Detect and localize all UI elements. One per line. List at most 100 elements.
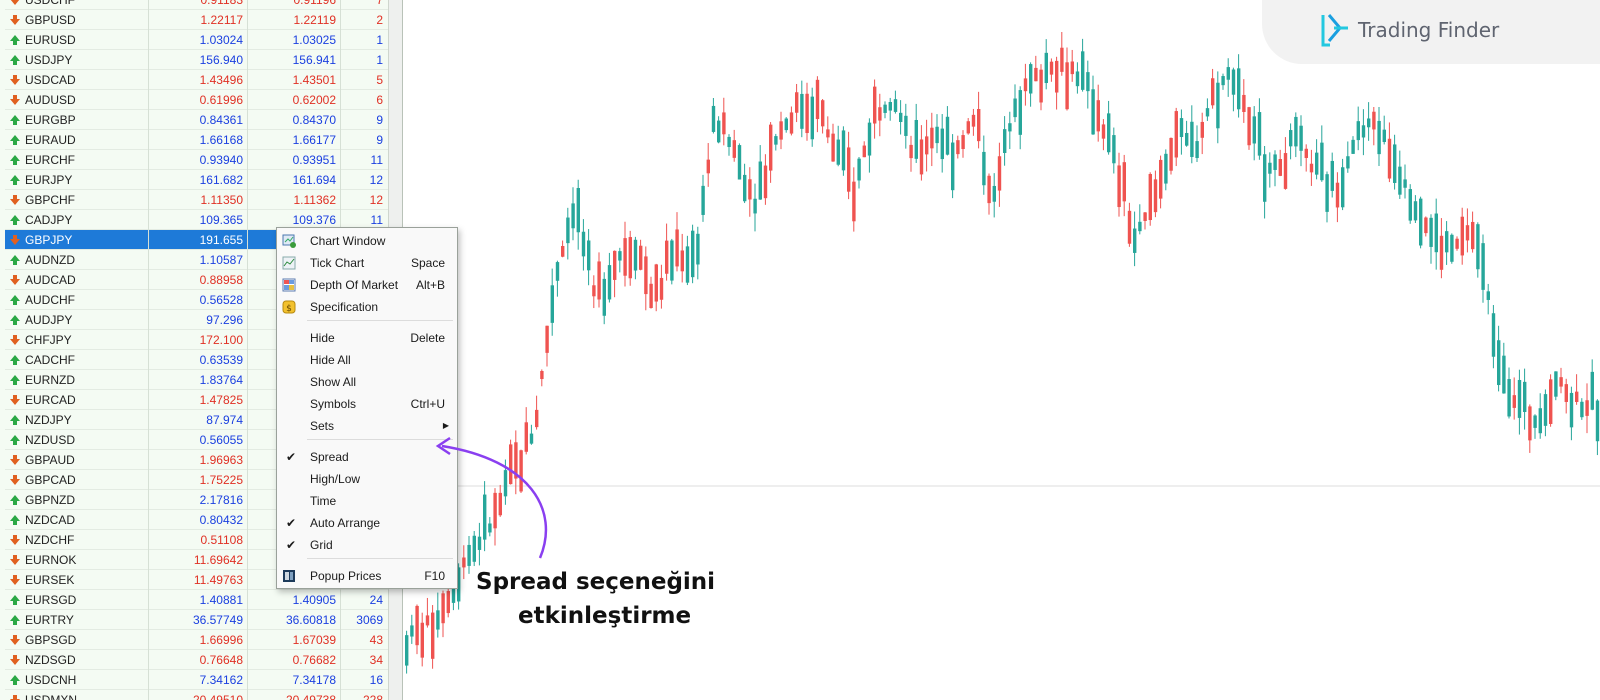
bearish-candle [654, 264, 658, 302]
bearish-candle [847, 147, 851, 192]
bullish-candle [784, 118, 788, 131]
symbol-name: EURGBP [25, 113, 76, 127]
bullish-candle [951, 142, 955, 191]
specification-icon: $ [282, 300, 296, 314]
arrow-down-icon [10, 235, 20, 245]
market-watch-row[interactable]: EURJPY 161.682 161.694 12 [5, 170, 388, 190]
bullish-candle [1294, 116, 1298, 147]
market-watch-row[interactable]: USDCNH 7.34162 7.34178 16 [5, 670, 388, 690]
symbol-name: USDCHF [25, 0, 75, 7]
market-watch-row[interactable]: NZDSGD 0.76648 0.76682 34 [5, 650, 388, 670]
bid-price: 11.49763 [193, 573, 243, 587]
bearish-candle [919, 139, 924, 175]
bearish-candle [815, 79, 820, 120]
bearish-candle [1549, 379, 1553, 424]
bid-price: 0.88958 [199, 273, 243, 287]
ask-price: 156.941 [292, 53, 336, 67]
market-watch-row[interactable]: USDCHF 0.91183 0.91196 7 [5, 0, 388, 10]
symbol-name: NZDSGD [25, 653, 76, 667]
market-watch-row[interactable]: EURGBP 0.84361 0.84370 9 [5, 110, 388, 130]
bearish-candle [1465, 225, 1470, 241]
bullish-candle [727, 136, 731, 148]
bearish-candle [1559, 377, 1563, 387]
arrow-up-icon [10, 295, 20, 305]
bid-price: 1.40881 [199, 593, 243, 607]
bullish-candle [1413, 201, 1418, 221]
bullish-candle [1179, 118, 1184, 138]
ask-price: 0.76682 [292, 653, 336, 667]
bearish-candle [680, 250, 684, 272]
bearish-candle [956, 140, 960, 155]
market-watch-row[interactable]: AUDUSD 0.61996 0.62002 6 [5, 90, 388, 110]
bid-price: 1.47825 [199, 393, 243, 407]
market-watch-row[interactable]: EURSGD 1.40881 1.40905 24 [5, 590, 388, 610]
symbol-name: CADJPY [25, 213, 73, 227]
menu-item-specification[interactable]: $ Specification [277, 296, 457, 318]
market-watch-row[interactable]: USDMXN 20.49510 20.49738 228 [5, 690, 388, 700]
market-watch-row[interactable]: EURCHF 0.93940 0.93951 11 [5, 150, 388, 170]
menu-item-hide[interactable]: Hide Delete [277, 327, 457, 349]
bearish-candle [909, 144, 913, 159]
symbol-name: GBPCAD [25, 473, 76, 487]
symbol-name: AUDNZD [25, 253, 75, 267]
symbol-name: EURNZD [25, 373, 75, 387]
bullish-candle [1533, 415, 1537, 428]
bullish-candle [1263, 154, 1267, 202]
arrow-up-icon [10, 375, 20, 385]
bullish-candle [436, 610, 440, 630]
menu-item-hide-all[interactable]: Hide All [277, 349, 457, 371]
ask-price: 1.66177 [292, 133, 336, 147]
ask-price: 7.34178 [292, 673, 336, 687]
market-watch-row[interactable]: GBPSGD 1.66996 1.67039 43 [5, 630, 388, 650]
bullish-candle [982, 151, 986, 186]
bullish-candle [810, 96, 814, 140]
bearish-candle [540, 370, 544, 380]
market-watch-row[interactable]: USDJPY 156.940 156.941 1 [5, 50, 388, 70]
bearish-candle [779, 121, 783, 140]
symbol-name: USDJPY [25, 53, 73, 67]
bullish-candle [1164, 153, 1168, 184]
bullish-candle [1346, 156, 1350, 169]
menu-item-symbols[interactable]: Symbols Ctrl+U [277, 393, 457, 415]
bearish-candle [1039, 69, 1043, 103]
bearish-candle [644, 256, 648, 295]
market-watch-row[interactable]: USDCAD 1.43496 1.43501 5 [5, 70, 388, 90]
market-watch-row[interactable]: EURTRY 36.57749 36.60818 3069 [5, 610, 388, 630]
arrow-down-icon [10, 0, 20, 5]
bullish-candle [1502, 355, 1506, 394]
menu-item-tick-chart[interactable]: Tick Chart Space [277, 252, 457, 274]
market-watch-row[interactable]: GBPUSD 1.22117 1.22119 2 [5, 10, 388, 30]
market-watch-row[interactable]: EURUSD 1.03024 1.03025 1 [5, 30, 388, 50]
bearish-candle [966, 121, 970, 134]
symbol-name: GBPAUD [25, 453, 75, 467]
arrow-up-icon [10, 615, 20, 625]
bullish-candle [1507, 379, 1511, 417]
spread-value: 11 [370, 153, 383, 167]
spread-value: 5 [376, 73, 383, 87]
bullish-candle [1419, 198, 1423, 246]
bullish-candle [607, 265, 612, 300]
checkmark-icon: ✔ [286, 538, 297, 552]
arrow-up-icon [10, 415, 20, 425]
arrow-up-icon [10, 495, 20, 505]
bearish-candle [1174, 111, 1178, 158]
menu-item-chart-window[interactable]: Chart Window [277, 230, 457, 252]
bullish-candle [1226, 67, 1230, 80]
market-watch-row[interactable]: EURAUD 1.66168 1.66177 9 [5, 130, 388, 150]
menu-item-depth-of-market[interactable]: Depth Of Market Alt+B [277, 274, 457, 296]
bullish-candle [618, 251, 622, 261]
ask-price: 1.40905 [292, 593, 336, 607]
ask-price: 1.22119 [293, 13, 337, 27]
menu-item-show-all[interactable]: Show All [277, 371, 457, 393]
bid-price: 1.03024 [199, 33, 243, 47]
bid-price: 191.655 [199, 233, 243, 247]
popup-prices-icon [283, 570, 295, 582]
bullish-candle [893, 99, 898, 112]
bullish-candle [1268, 162, 1272, 174]
checkmark-icon: ✔ [286, 516, 297, 530]
market-watch-row[interactable]: GBPCHF 1.11350 1.11362 12 [5, 190, 388, 210]
bid-price: 1.11350 [200, 193, 244, 207]
bearish-candle [873, 86, 877, 124]
bearish-candle [441, 593, 445, 624]
bullish-candle [1138, 221, 1142, 232]
